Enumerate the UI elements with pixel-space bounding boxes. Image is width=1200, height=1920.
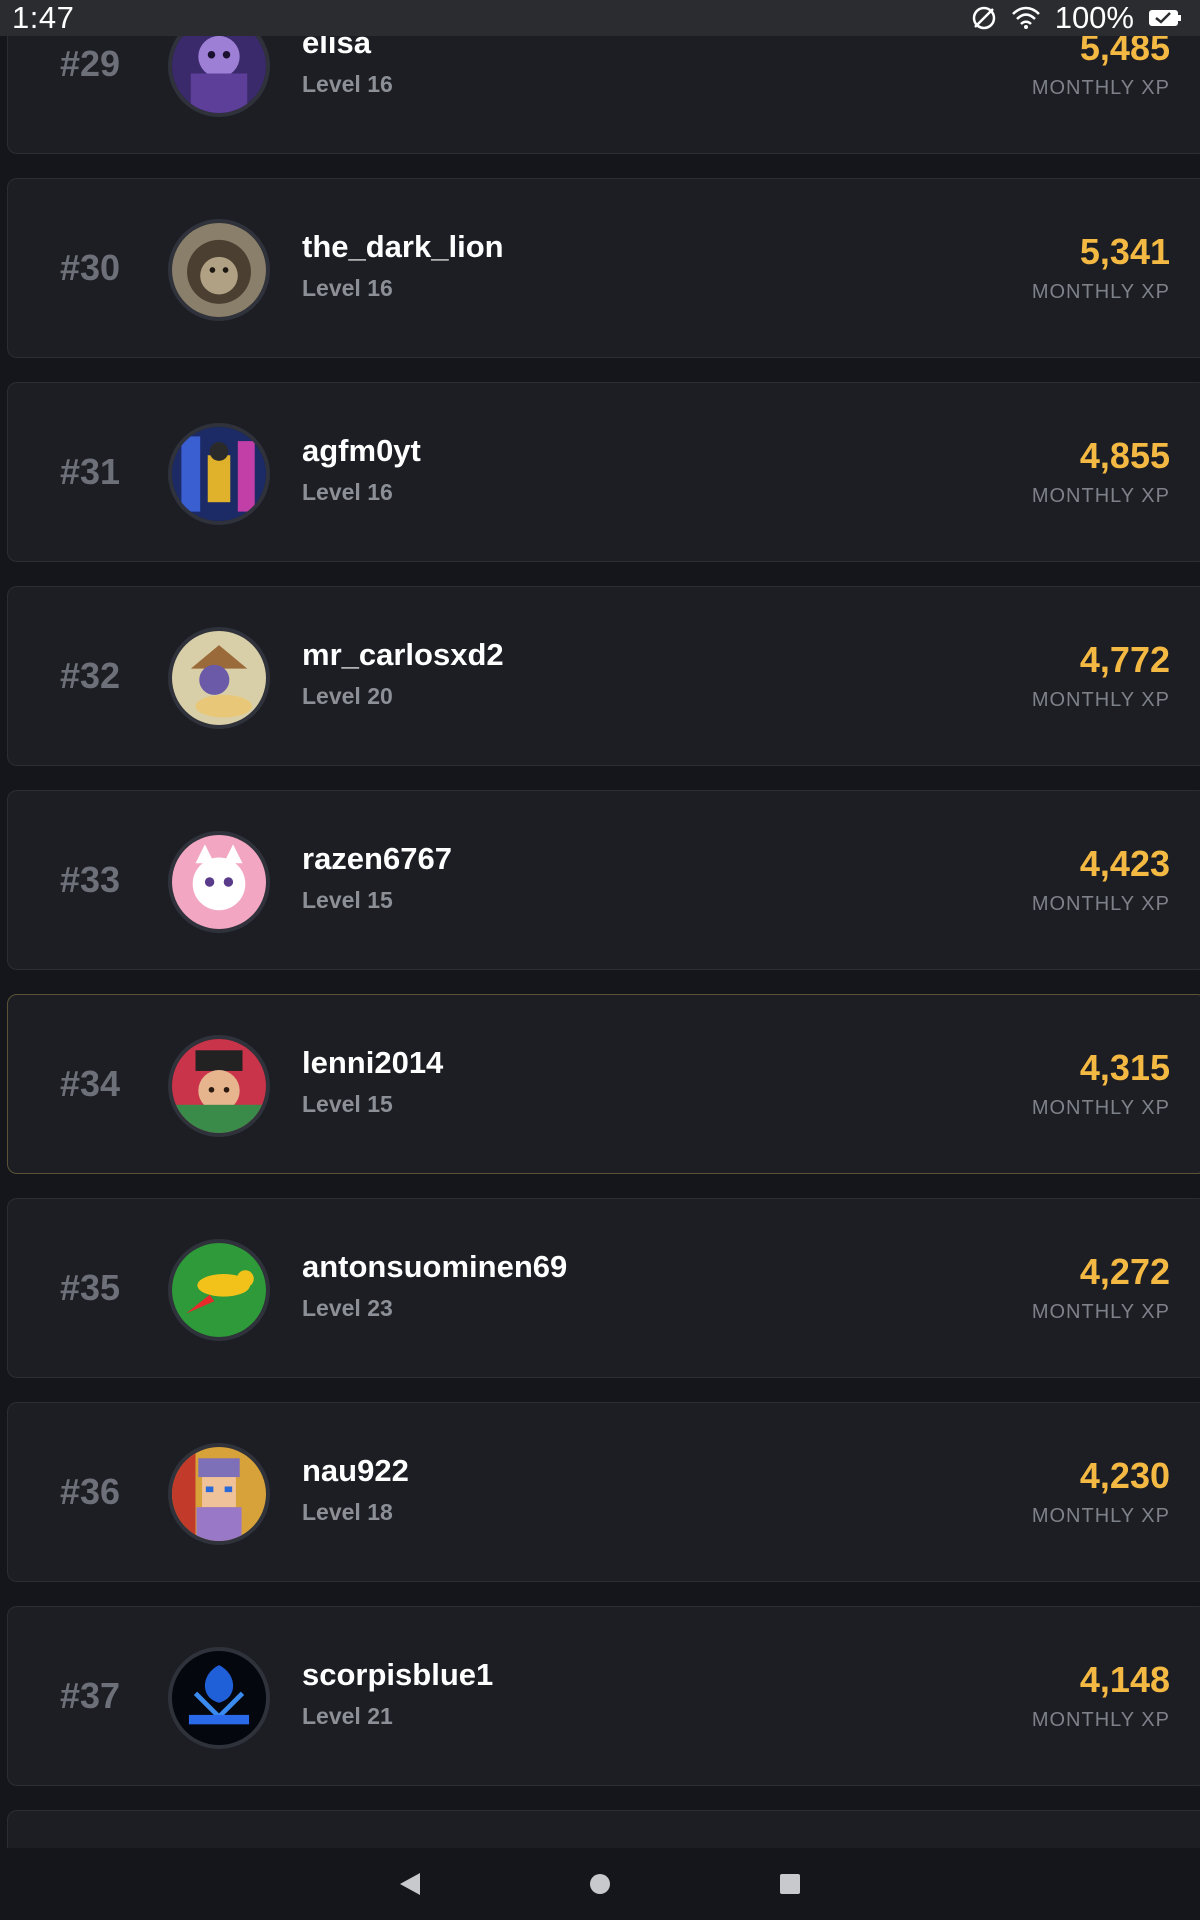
avatar[interactable] <box>168 219 270 321</box>
xp-label: MONTHLY XP <box>1031 485 1170 507</box>
leaderboard-row[interactable]: #35 antonsuominen69 Level 23 4,272 MONTH… <box>7 1198 1200 1378</box>
xp-value: 4,315 <box>1079 1047 1170 1088</box>
recents-icon[interactable] <box>770 1864 810 1904</box>
rank-label: #30 <box>60 247 121 288</box>
username: scorpisblue1 <box>302 1657 494 1692</box>
xp-value: 4,272 <box>1079 1251 1170 1292</box>
xp-label: MONTHLY XP <box>1031 1097 1170 1119</box>
avatar[interactable] <box>168 1035 270 1137</box>
leaderboard-row[interactable]: #32 mr_carlosxd2 Level 20 4,772 MONTHLY … <box>7 586 1200 766</box>
username: mr_carlosxd2 <box>302 637 504 672</box>
status-time: 1:47 <box>12 0 75 35</box>
leaderboard-row[interactable]: #30 the_dark_lion Level 16 5,341 MONTHLY… <box>7 178 1200 358</box>
xp-value: 4,772 <box>1079 639 1170 680</box>
xp-value: 4,148 <box>1079 1659 1170 1700</box>
user-level: Level 16 <box>302 71 393 97</box>
avatar[interactable] <box>168 831 270 933</box>
username: nau922 <box>302 1453 409 1488</box>
xp-label: MONTHLY XP <box>1031 689 1170 711</box>
xp-label: MONTHLY XP <box>1031 1709 1170 1731</box>
xp-label: MONTHLY XP <box>1031 77 1170 99</box>
leaderboard-row[interactable]: #36 nau922 Level 18 4,230 MONTHLY XP <box>7 1402 1200 1582</box>
leaderboard-row[interactable]: #31 agfm0yt Level 16 4,855 MONTHLY XP <box>7 382 1200 562</box>
avatar[interactable] <box>168 1443 270 1545</box>
username: antonsuominen69 <box>302 1249 568 1284</box>
rank-label: #34 <box>60 1063 121 1104</box>
xp-value: 4,230 <box>1079 1455 1170 1496</box>
leaderboard-screen: #29 elisa Level 16 5,485 MONTHLY XP #30 … <box>0 0 1200 1920</box>
user-level: Level 23 <box>302 1295 393 1321</box>
user-level: Level 18 <box>302 1499 393 1525</box>
status-icons: 100% <box>971 0 1182 36</box>
xp-label: MONTHLY XP <box>1031 281 1170 303</box>
status-bar: 1:47 100% <box>0 0 1200 36</box>
battery-icon <box>1148 8 1182 28</box>
xp-value: 4,423 <box>1079 843 1170 884</box>
user-level: Level 21 <box>302 1703 393 1729</box>
avatar[interactable] <box>168 627 270 729</box>
rank-label: #36 <box>60 1471 121 1512</box>
xp-label: MONTHLY XP <box>1031 893 1170 915</box>
username: agfm0yt <box>302 433 421 468</box>
xp-label: MONTHLY XP <box>1031 1301 1170 1323</box>
leaderboard-row[interactable]: #37 scorpisblue1 Level 21 4,148 MONTHLY … <box>7 1606 1200 1786</box>
leaderboard-row[interactable]: #33 razen6767 Level 15 4,423 MONTHLY XP <box>7 790 1200 970</box>
username: lenni2014 <box>302 1045 444 1080</box>
home-icon[interactable] <box>580 1864 620 1904</box>
rank-label: #37 <box>60 1675 121 1716</box>
navigation-bar <box>0 1848 1200 1920</box>
username: razen6767 <box>302 841 452 876</box>
xp-value: 4,855 <box>1079 435 1170 476</box>
user-level: Level 15 <box>302 1091 393 1117</box>
battery-percent: 100% <box>1054 0 1134 35</box>
rank-label: #33 <box>60 859 121 900</box>
dnd-off-icon <box>971 5 997 31</box>
xp-value: 5,341 <box>1079 231 1170 272</box>
xp-label: MONTHLY XP <box>1031 1505 1170 1527</box>
rank-label: #31 <box>60 451 121 492</box>
avatar[interactable] <box>168 1647 270 1749</box>
back-icon[interactable] <box>390 1864 430 1904</box>
user-level: Level 16 <box>302 275 393 301</box>
user-level: Level 16 <box>302 479 393 505</box>
avatar[interactable] <box>168 423 270 525</box>
wifi-icon <box>1011 6 1041 30</box>
avatar[interactable] <box>168 1239 270 1341</box>
username: the_dark_lion <box>302 229 504 264</box>
user-level: Level 20 <box>302 683 393 709</box>
user-level: Level 15 <box>302 887 393 913</box>
rank-label: #32 <box>60 655 121 696</box>
rank-label: #35 <box>60 1267 121 1308</box>
leaderboard-row-current-user[interactable]: #34 lenni2014 Level 15 4,315 MONTHLY XP <box>7 994 1200 1174</box>
